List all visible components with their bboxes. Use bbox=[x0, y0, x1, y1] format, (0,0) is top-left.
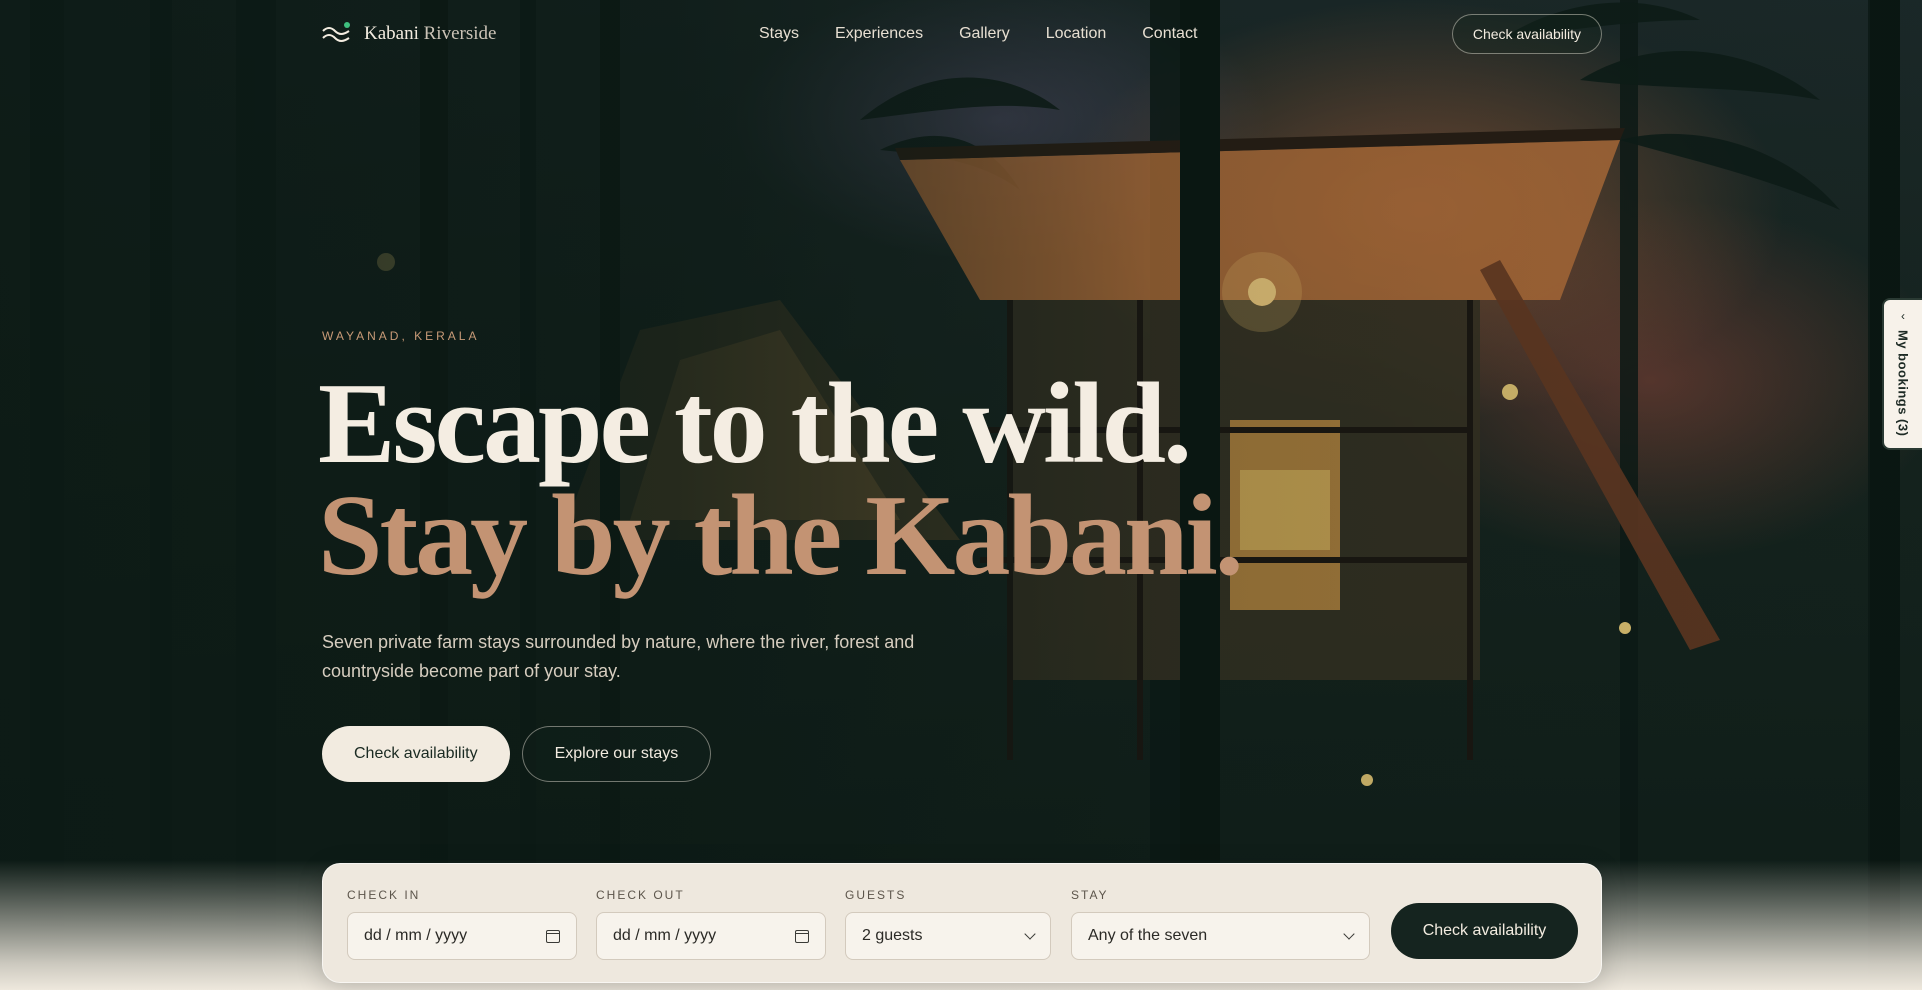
my-bookings-label: My bookings (3) bbox=[1895, 330, 1911, 437]
stay-field: STAY Any of the seven bbox=[1071, 888, 1370, 960]
check-out-field: CHECK OUT dd / mm / yyyy bbox=[596, 888, 826, 960]
brand-name-accent: Riverside bbox=[423, 23, 497, 44]
my-bookings-tab[interactable]: ‹ My bookings (3) bbox=[1882, 298, 1922, 450]
hero-check-availability-button[interactable]: Check availability bbox=[322, 726, 510, 782]
chevron-down-icon bbox=[1343, 928, 1355, 940]
nav-link-stays[interactable]: Stays bbox=[759, 25, 799, 43]
nav-check-availability-button[interactable]: Check availability bbox=[1451, 14, 1602, 54]
headline-line-1: Escape to the wild. bbox=[318, 360, 1192, 488]
check-out-label: CHECK OUT bbox=[596, 888, 685, 902]
check-out-input[interactable]: dd / mm / yyyy bbox=[596, 912, 826, 960]
brand-logo[interactable]: Kabani Riverside bbox=[322, 22, 496, 46]
stay-value: Any of the seven bbox=[1088, 927, 1208, 944]
nav-link-gallery[interactable]: Gallery bbox=[959, 25, 1010, 43]
guests-label: GUESTS bbox=[845, 888, 907, 902]
top-nav: Kabani Riverside Stays Experiences Galle… bbox=[322, 14, 1602, 54]
guests-select[interactable]: 2 guests bbox=[845, 912, 1051, 960]
waves-icon bbox=[322, 22, 352, 46]
chevron-down-icon bbox=[1024, 928, 1036, 940]
chevron-left-icon: ‹ bbox=[1901, 309, 1905, 323]
nav-link-contact[interactable]: Contact bbox=[1142, 25, 1197, 43]
booking-check-availability-button[interactable]: Check availability bbox=[1391, 903, 1578, 959]
hero-headline: Escape to the wild. Stay by the Kabani. bbox=[318, 366, 1244, 600]
guests-value: 2 guests bbox=[862, 927, 923, 944]
check-in-field: CHECK IN dd / mm / yyyy bbox=[347, 888, 577, 960]
nav-links: Stays Experiences Gallery Location Conta… bbox=[759, 14, 1197, 54]
check-out-placeholder: dd / mm / yyyy bbox=[613, 927, 717, 944]
headline-line-2: Stay by the Kabani. bbox=[318, 472, 1244, 600]
guests-field: GUESTS 2 guests bbox=[845, 888, 1051, 960]
calendar-icon[interactable] bbox=[546, 929, 560, 943]
explore-stays-button[interactable]: Explore our stays bbox=[521, 726, 712, 782]
hero-eyebrow: WAYANAD, KERALA bbox=[322, 329, 480, 343]
calendar-icon[interactable] bbox=[795, 929, 809, 943]
nav-link-location[interactable]: Location bbox=[1046, 25, 1107, 43]
stay-label: STAY bbox=[1071, 888, 1109, 902]
hero-description: Seven private farm stays surrounded by n… bbox=[322, 632, 915, 681]
brand-name-main: Kabani bbox=[364, 23, 419, 44]
brand-name: Kabani Riverside bbox=[364, 23, 496, 45]
nav-link-experiences[interactable]: Experiences bbox=[835, 25, 923, 43]
stay-select[interactable]: Any of the seven bbox=[1071, 912, 1370, 960]
check-in-placeholder: dd / mm / yyyy bbox=[364, 927, 468, 944]
check-in-input[interactable]: dd / mm / yyyy bbox=[347, 912, 577, 960]
booking-form: CHECK IN dd / mm / yyyy CHECK OUT dd / m… bbox=[322, 863, 1602, 983]
check-in-label: CHECK IN bbox=[347, 888, 421, 902]
hero-actions: Check availability Explore our stays bbox=[322, 726, 712, 782]
